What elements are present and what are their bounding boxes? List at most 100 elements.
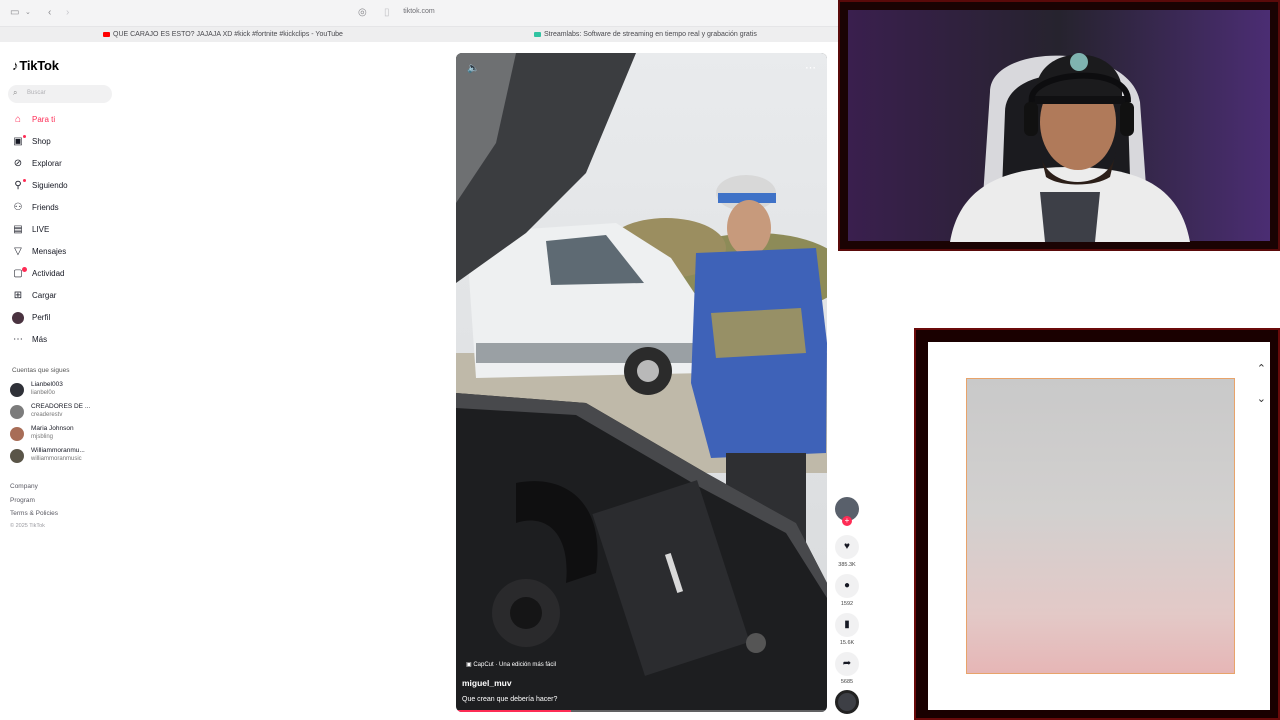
profile-icon	[12, 312, 24, 324]
nav-item-perfil[interactable]: Perfil	[11, 311, 131, 325]
streamlabs-icon	[534, 31, 541, 37]
browser-chrome: ▭ ⌄ ‹ › ◎ ▯ tiktok.com QUE CARAJO ES EST…	[0, 0, 838, 42]
webcam-feed	[840, 2, 1278, 249]
live-icon: ▤	[13, 224, 23, 235]
music-disc-icon[interactable]	[835, 690, 859, 714]
nav-label: Actividad	[32, 269, 65, 278]
comment-count: 1592	[840, 601, 854, 607]
screen: ▭ ⌄ ‹ › ◎ ▯ tiktok.com QUE CARAJO ES EST…	[0, 0, 1280, 720]
nav-item-actividad[interactable]: ▢ Actividad	[11, 267, 131, 281]
like-count: 385.3K	[838, 562, 856, 568]
browser-toolbar: ▭ ⌄ ‹ › ◎ ▯ tiktok.com	[0, 0, 838, 26]
nav-item-mensajes[interactable]: ▽ Mensajes	[11, 245, 131, 259]
comment-button[interactable]: ●	[835, 574, 859, 598]
tiktok-note-icon: ♪	[12, 58, 19, 73]
chevron-up-icon[interactable]: ⌃	[1257, 362, 1266, 375]
bookmark-label: QUE CARAJO ES ESTO? JAJAJA XD #kick #for…	[113, 31, 343, 38]
bookmark-youtube[interactable]: QUE CARAJO ES ESTO? JAJAJA XD #kick #for…	[103, 30, 343, 40]
comment-icon: ●	[843, 580, 851, 591]
nav-item-mas[interactable]: ⋯ Más	[11, 333, 131, 347]
nav-label: Mensajes	[32, 247, 67, 256]
account-name: CREADORES DE ...	[31, 403, 91, 410]
volume-icon[interactable]: 🔈	[467, 63, 479, 74]
more-icon: ⋯	[13, 334, 23, 345]
share-icon: ➦	[842, 658, 852, 669]
nav-label: LIVE	[32, 225, 50, 234]
nav-label: Cargar	[32, 291, 57, 300]
share-button[interactable]: ➦	[835, 652, 859, 676]
tiktok-logo[interactable]: ♪TikTok	[12, 58, 59, 73]
chevron-down-icon[interactable]: ⌄	[1257, 392, 1266, 405]
nav-item-para-ti[interactable]: ⌂ Para ti	[11, 113, 131, 127]
share-count: 5685	[840, 679, 854, 685]
copyright: © 2025 TikTok	[10, 523, 45, 529]
messages-icon: ▽	[14, 246, 22, 257]
nav-item-live[interactable]: ▤ LIVE	[11, 223, 131, 237]
nav-label: Perfil	[32, 313, 51, 322]
bookmark-icon: ▮	[844, 619, 850, 630]
following-section-title: Cuentas que sigues	[12, 367, 70, 374]
nav-item-explorar[interactable]: ⊘ Explorar	[11, 157, 131, 171]
nav-label: Más	[32, 335, 48, 344]
nav-label: Para ti	[32, 115, 56, 124]
following-account[interactable]: Williammoranmu... williammoranmusic	[10, 446, 130, 466]
capcut-text: CapCut · Una edición más fácil	[473, 662, 557, 668]
video-frame	[456, 53, 827, 712]
footer-link-company[interactable]: Company	[10, 483, 38, 490]
video-progress-bar[interactable]	[456, 710, 827, 712]
heart-icon: ♥	[844, 541, 850, 552]
search-placeholder: Buscar	[27, 90, 46, 96]
account-handle: lianbel0o	[31, 390, 56, 396]
save-count: 15.6K	[839, 640, 855, 646]
home-icon: ⌂	[14, 114, 22, 125]
search-input[interactable]: ⌕ Buscar	[8, 85, 112, 103]
compass-icon: ⊘	[13, 158, 23, 169]
account-name: Lianbel003	[31, 381, 63, 388]
footer-link-terms[interactable]: Terms & Policies	[10, 510, 58, 517]
nav-label: Friends	[32, 203, 59, 212]
avatar	[10, 449, 24, 463]
account-handle: williammoranmusic	[31, 456, 82, 462]
video-player[interactable]: 🔈 ⋯ ▣ CapCut · Una edición más fácil mig…	[456, 53, 827, 712]
nav-item-cargar[interactable]: ⊞ Cargar	[11, 289, 131, 303]
bookmarks-bar: QUE CARAJO ES ESTO? JAJAJA XD #kick #for…	[0, 26, 838, 42]
widget-image	[966, 378, 1235, 674]
following-account[interactable]: CREADORES DE ... creaderestv	[10, 402, 130, 422]
more-options-icon[interactable]: ⋯	[805, 61, 817, 74]
capcut-label[interactable]: ▣ CapCut · Una edición más fácil	[466, 661, 556, 668]
nav-label: Explorar	[32, 159, 62, 168]
nav-label: Siguiendo	[32, 181, 68, 190]
notification-dot	[23, 179, 26, 182]
notification-badge	[22, 267, 27, 272]
widget-panel: ⌃ ⌄	[928, 342, 1270, 710]
bookmark-streamlabs[interactable]: Streamlabs: Software de streaming en tie…	[534, 30, 757, 40]
nav-item-friends[interactable]: ⚇ Friends	[11, 201, 131, 215]
avatar	[10, 427, 24, 441]
logo-text: TikTok	[19, 58, 59, 73]
following-account[interactable]: Maria Johnson mjsbling	[10, 424, 130, 444]
avatar	[10, 405, 24, 419]
webcam-overlay	[838, 0, 1280, 251]
bookmark-label: Streamlabs: Software de streaming en tie…	[544, 31, 757, 38]
friends-icon: ⚇	[13, 202, 23, 213]
video-author[interactable]: miguel_muv	[462, 678, 512, 688]
stream-widget: ⌃ ⌄	[914, 328, 1280, 720]
avatar	[10, 383, 24, 397]
save-button[interactable]: ▮	[835, 613, 859, 637]
follow-plus-icon[interactable]: +	[842, 516, 852, 526]
search-icon: ⌕	[13, 88, 18, 97]
upload-icon: ⊞	[13, 290, 23, 301]
video-progress-fill	[456, 710, 571, 712]
like-button[interactable]: ♥	[835, 535, 859, 559]
footer-link-program[interactable]: Program	[10, 497, 35, 504]
video-caption: Que crean que debería hacer?	[462, 696, 558, 703]
address-bar[interactable]: tiktok.com	[0, 8, 838, 15]
notification-dot	[23, 135, 26, 138]
account-handle: creaderestv	[31, 412, 63, 418]
account-handle: mjsbling	[31, 434, 54, 440]
nav-label: Shop	[32, 137, 51, 146]
youtube-icon	[103, 31, 110, 37]
nav-item-siguiendo[interactable]: ⚲ Siguiendo	[11, 179, 131, 193]
following-account[interactable]: Lianbel003 lianbel0o	[10, 380, 130, 400]
nav-item-shop[interactable]: ▣ Shop	[11, 135, 131, 149]
